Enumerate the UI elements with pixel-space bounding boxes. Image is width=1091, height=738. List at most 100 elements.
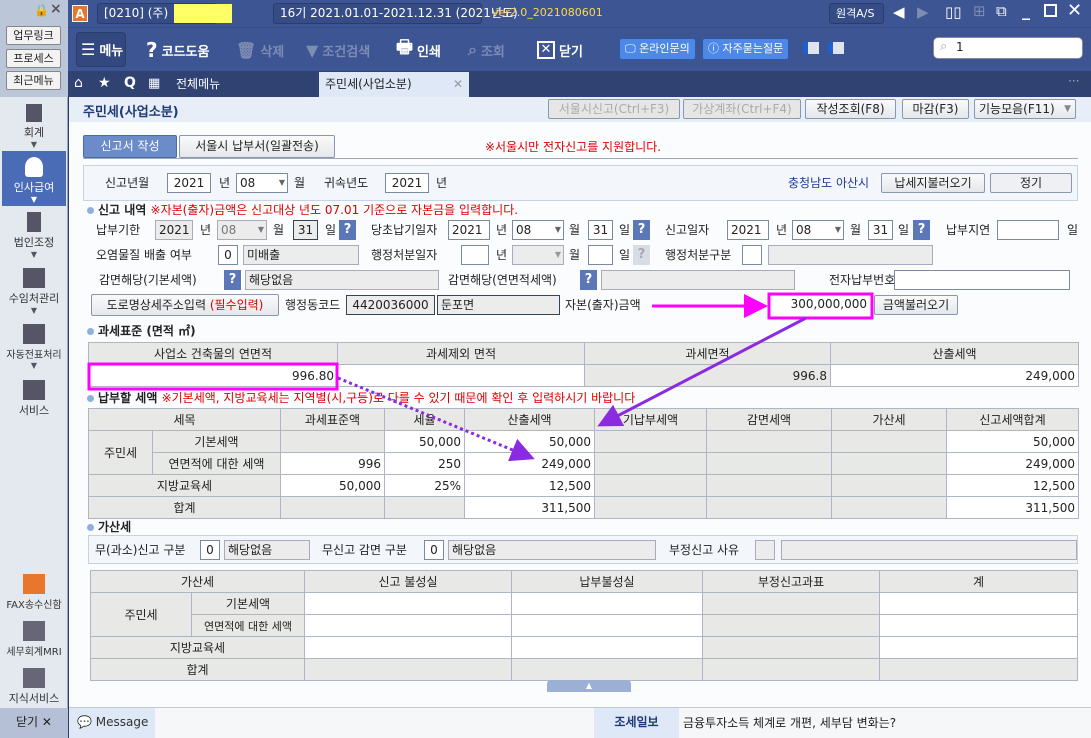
road-address-button[interactable]: 도로명상세주소입력 (필수입력): [91, 294, 279, 316]
tab-resident-tax[interactable]: 주민세(사업소분) ✕: [319, 72, 469, 97]
close-icon[interactable]: ×: [50, 1, 62, 17]
close-deadline-button[interactable]: 마감(F3): [902, 99, 969, 119]
initial-day-input[interactable]: 31: [588, 220, 613, 240]
capital-input[interactable]: 300,000,000: [770, 295, 870, 315]
home-icon[interactable]: ⌂: [74, 75, 83, 91]
sidebar-recent-button[interactable]: 최근메뉴: [6, 71, 61, 90]
report-month-select[interactable]: 08 ▼: [236, 173, 288, 193]
report-year-input[interactable]: 2021: [727, 220, 769, 240]
report-type-select[interactable]: 정기: [990, 173, 1072, 193]
lock-icon[interactable]: 🔒: [34, 3, 49, 17]
window-cascade-icon[interactable]: ⧉: [996, 2, 1007, 20]
sidebar-item-knowledge[interactable]: 지식서비스: [2, 668, 66, 706]
report-day-input[interactable]: 31: [868, 220, 893, 240]
sidebar-item-auto-voucher[interactable]: 자동전표처리 ▼: [2, 324, 66, 370]
search-input[interactable]: ⌕ 1: [933, 37, 1083, 59]
news-headline-link[interactable]: 금융투자소득 체계로 개편, 세부담 변화는?: [683, 714, 896, 731]
layout-left-icon[interactable]: [803, 42, 819, 54]
star-icon[interactable]: ★: [98, 75, 111, 91]
nonreport-code-input[interactable]: 0: [200, 540, 220, 560]
online-inquiry-button[interactable]: 🖵 온라인문의: [619, 38, 696, 60]
virtual-account-button[interactable]: 가상계좌(Ctrl+F4): [683, 99, 801, 119]
tab-all-menu[interactable]: 전체메뉴✕: [168, 71, 338, 97]
report-year-input[interactable]: 2021: [167, 173, 211, 193]
admin-month-select[interactable]: ▼: [512, 245, 564, 265]
help-question-icon[interactable]: ?: [913, 220, 930, 240]
epay-input[interactable]: [894, 270, 1070, 290]
grid-view-icon[interactable]: ⊞: [973, 2, 986, 20]
cell[interactable]: 50,000: [384, 430, 465, 453]
initial-month-select[interactable]: 08 ▼: [512, 220, 564, 240]
belong-year-input[interactable]: 2021: [385, 173, 429, 193]
exempt-code-input[interactable]: 0: [424, 540, 444, 560]
total-floor-area-cell[interactable]: 996.80: [88, 364, 338, 387]
collapse-panel-button[interactable]: ▲: [547, 680, 631, 692]
cell[interactable]: [511, 636, 703, 659]
sidebar-item-corp-adjust[interactable]: 법인조정 ▼: [2, 212, 66, 259]
load-amount-button[interactable]: 금액불러오기: [874, 295, 958, 315]
sidebar-item-accounting[interactable]: 회계 ▼: [2, 104, 66, 149]
help-question-icon[interactable]: ?: [633, 220, 650, 240]
cell[interactable]: [511, 592, 703, 615]
cell[interactable]: 12,500: [464, 474, 595, 497]
cell[interactable]: 996: [280, 452, 385, 475]
cell[interactable]: 250: [384, 452, 465, 475]
remote-as-button[interactable]: 원격A/S: [829, 3, 884, 24]
condition-search-button[interactable]: ▼ 조건검색: [306, 28, 370, 72]
excluded-area-cell[interactable]: [337, 364, 585, 387]
maximize-icon[interactable]: [1044, 4, 1057, 17]
back-arrow-icon[interactable]: ◀: [893, 3, 905, 21]
sidebar-worklink-button[interactable]: 업무링크: [6, 26, 61, 45]
calendar-icon[interactable]: ▦: [148, 76, 160, 91]
sidebar-item-service[interactable]: 서비스: [2, 380, 66, 418]
print-button[interactable]: 🖶 인쇄: [396, 28, 441, 72]
close-tab-icon[interactable]: ✕: [453, 72, 463, 97]
due-day-input[interactable]: 31: [293, 220, 318, 240]
book-view-icon[interactable]: ▯▯: [945, 3, 962, 21]
due-month-select[interactable]: 08 ▼: [217, 220, 267, 240]
sidebar-item-hr-payroll[interactable]: 인사급여 ▼: [2, 151, 66, 206]
cell[interactable]: 50,000: [280, 474, 385, 497]
initial-year-input[interactable]: 2021: [448, 220, 490, 240]
more-icon[interactable]: ···: [1068, 74, 1079, 88]
inquiry-button[interactable]: ⌕ 조회: [468, 28, 505, 72]
menu-button[interactable]: ☰ 메뉴: [76, 32, 126, 67]
admin-day-input[interactable]: [588, 245, 613, 265]
admin-code-input[interactable]: 4420036000: [346, 295, 435, 315]
message-button[interactable]: 💬 Message: [69, 708, 155, 738]
admin-type-code-input[interactable]: [742, 245, 762, 265]
seoul-report-button[interactable]: 서울시신고(Ctrl+F3): [548, 99, 680, 119]
quick-search-icon[interactable]: Q: [124, 75, 136, 91]
delay-input[interactable]: [997, 220, 1059, 240]
write-inquiry-button[interactable]: 작성조회(F8): [805, 99, 896, 119]
help-question-icon[interactable]: ?: [224, 270, 241, 290]
close-button[interactable]: ✕ 닫기: [537, 28, 583, 72]
cell[interactable]: 50,000: [464, 430, 595, 453]
forward-arrow-icon[interactable]: ▶: [917, 3, 929, 21]
cell[interactable]: [511, 614, 703, 637]
sidebar-close-button[interactable]: 닫기 ✕: [0, 708, 68, 738]
sidebar-item-fax[interactable]: FAX송수신함: [2, 574, 66, 611]
sidebar-item-mri[interactable]: 세무회계MRI: [2, 621, 66, 658]
layout-right-icon[interactable]: [828, 42, 844, 54]
cell[interactable]: [304, 636, 512, 659]
code-help-button[interactable]: ? 코드도움: [146, 28, 209, 72]
fiscal-period-selector[interactable]: 16기 2021.01.01-2021.12.31 (2021년도): [273, 3, 518, 24]
minimize-icon[interactable]: _: [1022, 1, 1030, 20]
due-year-input[interactable]: 2021: [155, 220, 193, 240]
help-question-icon[interactable]: ?: [633, 245, 650, 265]
cell[interactable]: [304, 592, 512, 615]
tab-seoul-payment[interactable]: 서울시 납부서(일괄전송): [179, 135, 335, 158]
faq-button[interactable]: ⓘ 자주묻는질문: [702, 38, 790, 60]
company-selector[interactable]: [0210] (주): [97, 3, 232, 24]
load-taxpayer-button[interactable]: 납세지불러오기: [881, 173, 985, 193]
admin-year-input[interactable]: [461, 245, 489, 265]
fraud-code-input[interactable]: [755, 540, 775, 560]
sidebar-process-button[interactable]: 프로세스: [6, 49, 61, 68]
help-question-icon[interactable]: ?: [339, 220, 356, 240]
help-question-icon[interactable]: ?: [580, 270, 597, 290]
pollutant-code-input[interactable]: 0: [218, 245, 238, 265]
cell[interactable]: 25%: [384, 474, 465, 497]
sidebar-item-client-mgmt[interactable]: 수임처관리 ▼: [2, 268, 66, 315]
cell[interactable]: [304, 614, 512, 637]
